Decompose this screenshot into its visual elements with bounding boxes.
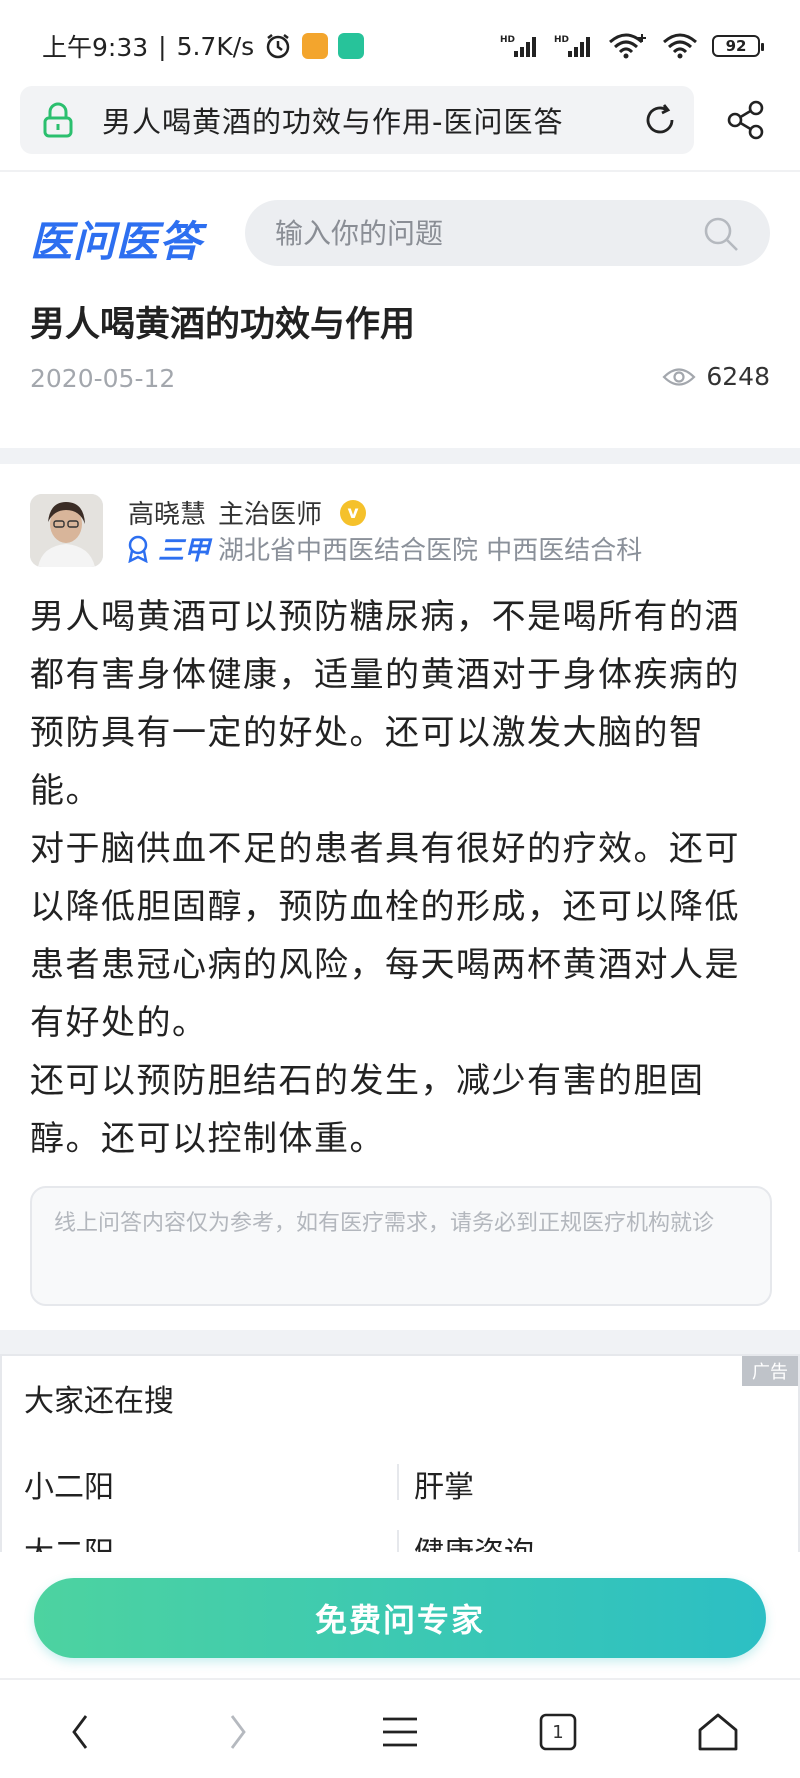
back-button[interactable] xyxy=(52,1704,108,1760)
section-separator xyxy=(0,448,800,464)
divider xyxy=(0,170,800,172)
hospital-grade: 三甲 xyxy=(158,536,211,566)
svg-text:HD: HD xyxy=(554,35,569,45)
status-time: 上午9:33 xyxy=(42,33,149,62)
address-bar[interactable]: 男人喝黄酒的功效与作用-医问医答 xyxy=(20,86,694,154)
status-separator: | xyxy=(158,31,167,61)
article-title: 男人喝黄酒的功效与作用 xyxy=(30,305,416,345)
avatar-image xyxy=(30,494,103,567)
hospital-name: 湖北省中西医结合医院 中西医结合科 xyxy=(218,536,643,566)
menu-button[interactable] xyxy=(372,1704,428,1760)
answer-paragraph: 对于脑供血不足的患者具有很好的疗效。还可以降低胆固醇，预防血栓的形成，还可以降低… xyxy=(30,829,740,1043)
verified-badge-icon: v xyxy=(340,499,367,526)
chevron-right-icon xyxy=(230,1715,246,1749)
cta-bar: 免费问专家 xyxy=(0,1552,800,1678)
doctor-info: 高晓慧 主治医师 v xyxy=(128,494,367,531)
answer-paragraph: 男人喝黄酒可以预防糖尿病，不是喝所有的酒都有害身体健康，适量的黄酒对于身体疾病的… xyxy=(30,597,740,811)
doctor-avatar[interactable] xyxy=(30,494,103,567)
search-icon[interactable] xyxy=(702,215,740,253)
eye-icon xyxy=(662,367,696,386)
site-logo[interactable]: 医问医答 xyxy=(30,208,202,269)
status-right: HD HD 92 xyxy=(500,32,764,60)
wifi-plus-icon xyxy=(609,33,646,59)
notification-app-icon xyxy=(302,33,329,59)
related-search-item[interactable]: 小二阳 xyxy=(24,1462,114,1506)
search-input[interactable] xyxy=(275,216,695,250)
related-search-item[interactable]: 大二阳 xyxy=(24,1528,114,1554)
related-search-item[interactable]: 健康咨询 xyxy=(414,1528,534,1554)
home-button[interactable] xyxy=(690,1704,746,1760)
wifi-icon xyxy=(663,33,697,59)
search-box[interactable] xyxy=(245,200,770,266)
alarm-icon xyxy=(266,34,290,59)
page-url-title[interactable]: 男人喝黄酒的功效与作用-医问医答 xyxy=(102,99,612,141)
tabs-button[interactable]: 1 xyxy=(530,1704,586,1760)
doctor-name[interactable]: 高晓慧 xyxy=(128,494,206,531)
doctor-title: 主治医师 xyxy=(218,500,323,530)
share-icon xyxy=(727,100,764,140)
network-speed: 5.7K/s xyxy=(176,31,255,61)
ask-expert-button[interactable]: 免费问专家 xyxy=(34,1578,766,1658)
answer-body: 男人喝黄酒可以预防糖尿病，不是喝所有的酒都有害身体健康，适量的黄酒对于身体疾病的… xyxy=(30,588,772,1168)
home-icon xyxy=(698,1713,738,1751)
signal-hd-icon: HD xyxy=(500,35,536,57)
ribbon-award-icon xyxy=(128,535,148,563)
column-divider xyxy=(397,1530,399,1554)
browser-bottom-nav: 1 xyxy=(0,1678,800,1778)
article-date: 2020-05-12 xyxy=(30,364,176,393)
signal-hd-icon-2: HD xyxy=(554,35,590,57)
share-button[interactable] xyxy=(722,96,770,144)
view-count-value: 6248 xyxy=(706,362,770,391)
ad-label: 广告 xyxy=(742,1356,798,1386)
hospital-info: 三甲 湖北省中西医结合医院 中西医结合科 xyxy=(126,530,642,567)
lock-icon xyxy=(43,102,73,138)
battery-icon: 92 xyxy=(712,35,764,57)
battery-level: 92 xyxy=(725,37,747,55)
view-count: 6248 xyxy=(662,362,770,391)
status-bar: 上午9:33 | 5.7K/s HD HD 92 xyxy=(0,0,800,92)
related-searches-title: 大家还在搜 xyxy=(24,1384,174,1419)
refresh-icon[interactable] xyxy=(642,102,678,138)
status-left: 上午9:33 | 5.7K/s xyxy=(42,28,365,64)
menu-icon xyxy=(383,1717,417,1747)
tab-count: 1 xyxy=(552,1721,564,1743)
forward-button[interactable] xyxy=(210,1704,266,1760)
related-search-item[interactable]: 肝掌 xyxy=(414,1462,474,1506)
answer-paragraph: 还可以预防胆结石的发生，减少有害的胆固醇。还可以控制体重。 xyxy=(30,1061,705,1159)
calculator-app-icon xyxy=(338,33,365,59)
chevron-left-icon xyxy=(72,1715,88,1749)
section-separator xyxy=(0,1330,800,1354)
svg-text:HD: HD xyxy=(500,35,515,45)
disclaimer-box: 线上问答内容仅为参考，如有医疗需求，请务必到正规医疗机构就诊 xyxy=(30,1186,772,1306)
column-divider xyxy=(397,1464,399,1500)
related-searches: 广告 大家还在搜 小二阳 肝掌 大二阳 健康咨询 xyxy=(0,1354,800,1554)
